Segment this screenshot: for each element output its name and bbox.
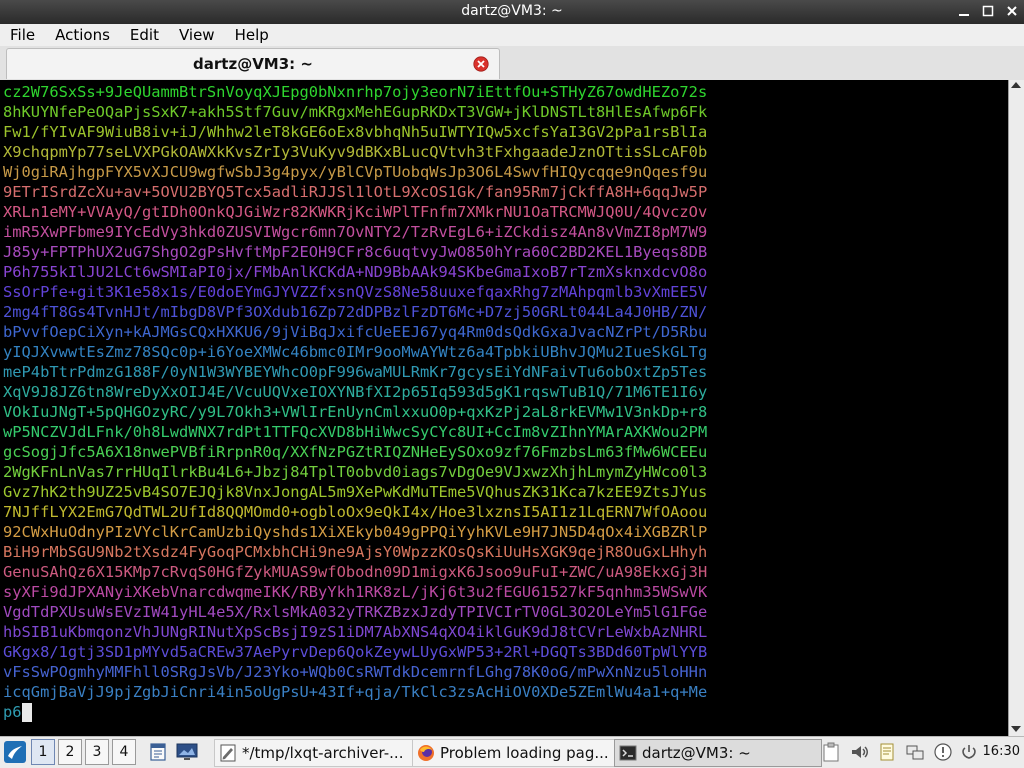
- terminal-line: GenuSAhQz6X15KMp7cRvqS0HGfZykMUAS9wfObod…: [3, 563, 708, 581]
- close-tab-icon[interactable]: [473, 56, 489, 72]
- menu-help[interactable]: Help: [225, 26, 279, 44]
- desktop-label: 2: [65, 744, 75, 760]
- terminal-line: bPvvfOepCiXyn+kAJMGsCQxHXKU6/9jViBqJxifc…: [3, 323, 708, 341]
- task-firefox[interactable]: Problem loading pag...: [412, 739, 620, 767]
- desktop-1-button[interactable]: 1: [31, 739, 55, 765]
- scroll-down-icon[interactable]: [1011, 726, 1021, 732]
- terminal-line: imR5XwPFbme9IYcEdVy3hkd0ZUSVIWgcr6mn7OvN…: [3, 223, 708, 241]
- firefox-icon: [418, 745, 434, 761]
- text-editor-icon: [220, 744, 236, 762]
- terminal-line: meP4bTtrPdmzG188F/0yN1W3WYBEYWhcO0pF996w…: [3, 363, 708, 381]
- power-tray[interactable]: [958, 739, 980, 765]
- notes-icon: [880, 743, 894, 761]
- desktop-2-button[interactable]: 2: [58, 739, 82, 765]
- terminal-icon: [619, 745, 637, 761]
- terminal-line: SsOrPfe+git3K1e58x1s/E0doEYmGJYVZZfxsnQV…: [3, 283, 708, 301]
- terminal-line: wP5NCZVJdLFnk/0h8LwdWNX7rdPt1TTFQcXVD8bH…: [3, 423, 708, 441]
- power-icon: [962, 745, 976, 759]
- volume-icon: [852, 746, 868, 758]
- terminal-line: icqGmjBaVjJ9pjZgbJiCnri4in5oUgPsU+43If+q…: [3, 683, 708, 701]
- menu-file[interactable]: File: [0, 26, 45, 44]
- terminal-cursor: [21, 703, 32, 722]
- lxqt-logo-icon: [4, 741, 26, 763]
- terminal-line: p6: [3, 703, 22, 721]
- scroll-up-icon[interactable]: [1011, 82, 1021, 88]
- terminal-line: gcSogjJfc5A6X18nwePVBfiRrpnR0q/XXfNzPGZt…: [3, 443, 708, 461]
- network-tray[interactable]: [904, 739, 926, 765]
- terminal-line: XRLn1eMY+VVAyQ/gtIDh0OnkQJGiWzr82KWKRjKc…: [3, 203, 708, 221]
- terminal-line: X9chqpmYp77seLVXPGkOAWXkKvsZrIy3VuKyv9dB…: [3, 143, 708, 161]
- terminal-line: 2WgKFnLnVas7rrHUqIlrkBu4L6+Jbzj84TplT0ob…: [3, 463, 708, 481]
- task-terminal[interactable]: dartz@VM3: ~: [614, 739, 822, 767]
- app-menu-button[interactable]: [2, 739, 28, 765]
- clock[interactable]: 16:30: [983, 744, 1020, 759]
- terminal-line: yIQJXvwwtEsZmz78SQc0p+i6YoeXMWc46bmc0IMr…: [3, 343, 708, 361]
- desktop-label: 3: [92, 744, 102, 760]
- menu-bar: File Actions Edit View Help: [0, 24, 1024, 47]
- terminal-line: 2mg4fT8Gs4TvnHJt/mIbgD8VPf3OXdub16Zp72dD…: [3, 303, 708, 321]
- maximize-button[interactable]: [980, 3, 996, 19]
- tab-label: dartz@VM3: ~: [193, 55, 313, 73]
- terminal-line: VOkIuJNgT+5pQHGOzyRC/y9L7Okh3+VWlIrEnUyn…: [3, 403, 708, 421]
- desktop-4-button[interactable]: 4: [112, 739, 136, 765]
- terminal-line: 7NJffLYX2EmG7QdTWL2UfId8QQMOmd0+ogbloOx9…: [3, 503, 708, 521]
- desktop-label: 1: [38, 744, 48, 760]
- update-notifier-icon: [934, 743, 952, 761]
- desktop-label: 4: [119, 744, 129, 760]
- terminal-line: 92CWxHuOdnyPIzVYclKrCamUzbiQyshds1XiXEky…: [3, 523, 708, 541]
- terminal-line: vFsSwPOgmhyMMFhll0SRgJsVb/J23Yko+WQb0CsR…: [3, 663, 708, 681]
- menu-actions[interactable]: Actions: [45, 26, 120, 44]
- task-label: Problem loading pag...: [440, 744, 609, 762]
- close-window-button[interactable]: [1004, 3, 1020, 19]
- terminal-output[interactable]: cz2W76SxSs+9JeQUammBtrSnVoyqXJEpg0bNxnrh…: [0, 80, 1008, 736]
- file-manager-launcher[interactable]: [146, 739, 170, 765]
- taskbar: 1 2 3 4 */tmp/lxqt-archiver-... Problem …: [0, 736, 1024, 768]
- terminal-line: Fw1/fYIvAF9WiuB8iv+iJ/Whhw2leT8kGE6oEx8v…: [3, 123, 708, 141]
- task-text-editor[interactable]: */tmp/lxqt-archiver-...: [214, 739, 416, 767]
- task-label: dartz@VM3: ~: [642, 744, 751, 762]
- show-desktop-launcher[interactable]: [174, 739, 200, 765]
- terminal-line: P6h755kIlJU2LCt6wSMIaPI0jx/FMbAnlKCKdA+N…: [3, 263, 708, 281]
- tab-terminal[interactable]: dartz@VM3: ~: [6, 48, 500, 79]
- menu-view[interactable]: View: [169, 26, 225, 44]
- minimize-button[interactable]: [956, 3, 972, 19]
- desktop-3-button[interactable]: 3: [85, 739, 109, 765]
- terminal-line: BiH9rMbSGU9Nb2tXsdz4FyGoqPCMxbhCHi9ne9Aj…: [3, 543, 708, 561]
- clipboard-tray[interactable]: [876, 739, 898, 765]
- terminal-line: 9ETrISrdZcXu+av+5OVU2BYQ5Tcx5adliRJJSl1l…: [3, 183, 708, 201]
- window-title: dartz@VM3: ~: [461, 3, 563, 19]
- terminal-line: cz2W76SxSs+9JeQUammBtrSnVoyqXJEpg0bNxnrh…: [3, 83, 708, 101]
- terminal-line: 8hKUYNfePeOQaPjsSxK7+akh5Stf7Guv/mKRgxMe…: [3, 103, 708, 121]
- terminal-line: J85y+FPTPhUX2uG7ShgO2gPsHvftMpF2EOH9CFr8…: [3, 243, 708, 261]
- vertical-scrollbar[interactable]: [1008, 80, 1024, 736]
- terminal-line: XqV9J8JZ6tn8WreDyXxOIJ4E/VcuUQVxeIOXYNBf…: [3, 383, 708, 401]
- network-icon: [906, 745, 924, 760]
- task-label: */tmp/lxqt-archiver-...: [242, 744, 404, 762]
- terminal-line: hbSIB1uKbmqonzVhJUNgRINutXpScBsjI9zS1iDM…: [3, 623, 708, 641]
- menu-edit[interactable]: Edit: [120, 26, 169, 44]
- terminal-line: VgdTdPXUsuWsEVzIW41yHL4e5X/RxlsMkA032yTR…: [3, 603, 708, 621]
- volume-tray[interactable]: [848, 739, 870, 765]
- terminal-line: Wj0giRAjhgpFYX5vXJCU9wgfwSbJ3g4pyx/yBlCV…: [3, 163, 708, 181]
- update-tray[interactable]: [932, 739, 954, 765]
- file-manager-icon: [150, 743, 166, 761]
- terminal-line: syXFi9dJPXANyiXKebVnarcdwqmeIKK/RByYkh1R…: [3, 583, 708, 601]
- terminal-line: Gvz7hK2th9UZ25vB4SO7EJQjk8VnxJongAL5m9Xe…: [3, 483, 708, 501]
- notes-tray[interactable]: [820, 739, 842, 765]
- window-title-bar: dartz@VM3: ~: [0, 0, 1024, 24]
- clipboard-icon: [823, 742, 839, 762]
- terminal-line: GKgx8/1gtj3SD1pMYvd5aCREw37AePyrvDep6Qok…: [3, 643, 708, 661]
- desktop-icon: [176, 743, 198, 760]
- tab-bar: dartz@VM3: ~: [0, 46, 1024, 81]
